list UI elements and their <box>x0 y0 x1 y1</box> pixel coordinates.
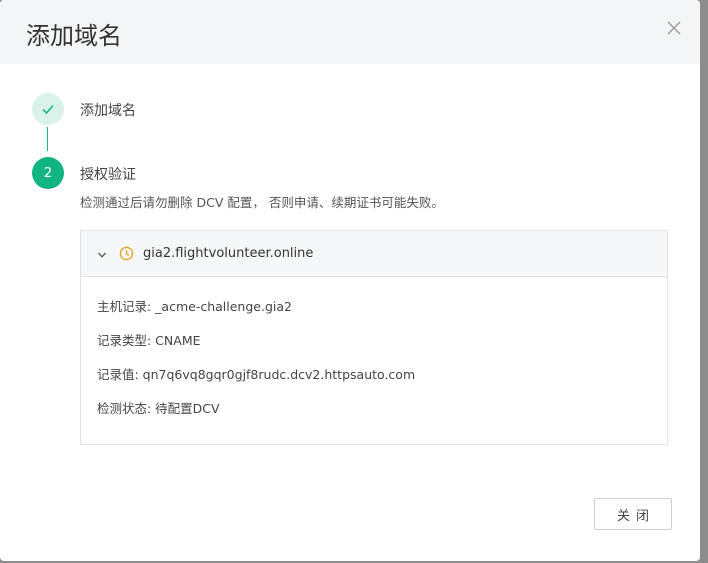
record-type-row: 记录类型: CNAME <box>97 333 201 348</box>
dcv-record-panel: gia2.flightvolunteer.online 主机记录: _acme-… <box>80 230 668 445</box>
check-status-row: 检测状态: 待配置DCV <box>97 401 220 416</box>
domain-name: gia2.flightvolunteer.online <box>143 246 314 261</box>
chevron-down-icon[interactable] <box>97 250 107 260</box>
clock-icon <box>119 246 134 261</box>
host-record-row: 主机记录: _acme-challenge.gia2 <box>97 299 292 314</box>
step-1-indicator <box>32 93 64 125</box>
close-icon[interactable] <box>666 20 682 36</box>
close-button[interactable]: 关闭 <box>594 498 672 530</box>
step-2-description: 检测通过后请勿删除 DCV 配置， 否则申请、续期证书可能失败。 <box>80 195 444 210</box>
step-2-title: 授权验证 <box>80 167 136 183</box>
record-value-row: 记录值: qn7q6vq8gqr0gjf8rudc.dcv2.httpsauto… <box>97 367 416 382</box>
step-2-indicator: 2 <box>32 157 64 189</box>
check-icon <box>41 102 55 116</box>
dialog-header: 添加域名 <box>0 0 700 64</box>
panel-header[interactable]: gia2.flightvolunteer.online <box>81 231 667 277</box>
add-domain-dialog: 添加域名 添加域名 2 授权验证 检测通过后请勿删除 DCV 配置， 否则申请、… <box>0 0 700 561</box>
step-connector <box>46 127 48 151</box>
step-1-title: 添加域名 <box>80 103 136 119</box>
dialog-title: 添加域名 <box>26 22 122 50</box>
